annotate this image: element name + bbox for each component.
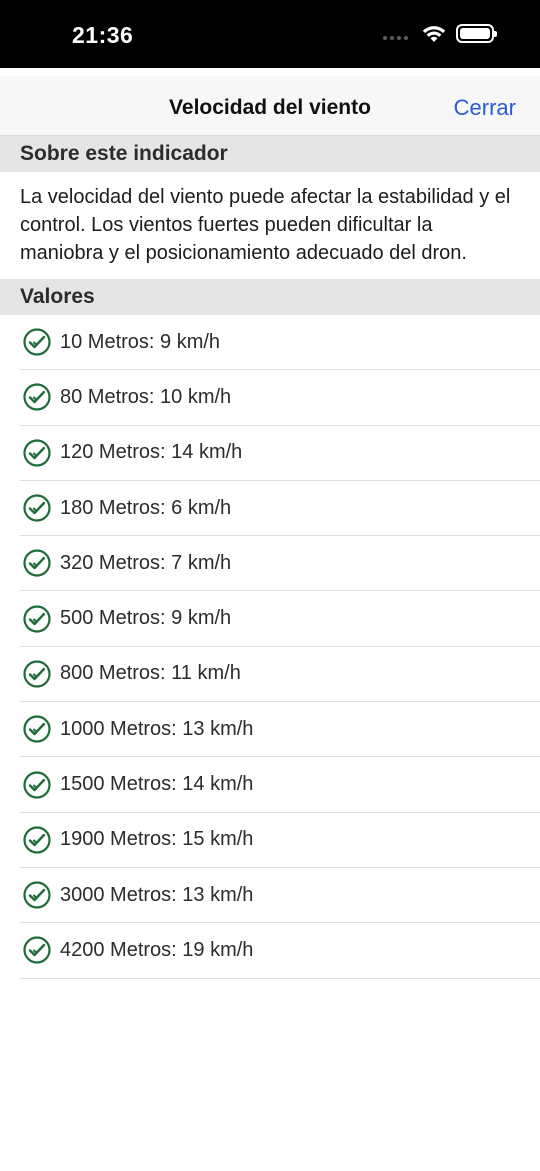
list-item-label: 320 Metros: 7 km/h [60, 551, 232, 574]
list-item: 120 Metros: 14 km/h [20, 426, 540, 481]
values-list: 10 Metros: 9 km/h 80 Metros: 10 km/h 120 M… [0, 315, 540, 979]
status-time: 21:36 [72, 22, 134, 48]
check-circle-icon [23, 439, 51, 467]
check-circle-icon [23, 605, 51, 633]
list-item-label: 1900 Metros: 15 km/h [60, 828, 254, 851]
section-header-values: Valores [0, 279, 540, 315]
check-circle-icon [23, 549, 51, 577]
check-circle-icon [23, 660, 51, 688]
nav-bar: Velocidad del viento Cerrar [0, 76, 540, 136]
list-item-label: 800 Metros: 11 km/h [60, 662, 241, 685]
battery-icon [456, 24, 497, 43]
list-item-label: 180 Metros: 6 km/h [60, 496, 232, 519]
list-item-label: 500 Metros: 9 km/h [60, 607, 232, 630]
list-item: 320 Metros: 7 km/h [20, 536, 540, 592]
list-item-label: 1500 Metros: 14 km/h [60, 773, 254, 796]
list-item-label: 4200 Metros: 19 km/h [60, 938, 254, 961]
list-item-label: 120 Metros: 14 km/h [60, 441, 243, 464]
wifi-icon [422, 25, 446, 42]
check-circle-icon [23, 715, 51, 743]
section-header-about: Sobre este indicador [0, 136, 540, 172]
status-bar: 21:36 [0, 0, 540, 68]
list-item: 800 Metros: 11 km/h [20, 647, 540, 703]
list-item: 1000 Metros: 13 km/h [20, 702, 540, 758]
close-button[interactable]: Cerrar [454, 95, 516, 121]
check-circle-icon [23, 881, 51, 909]
cellular-signal-icon [383, 35, 408, 40]
list-item: 4200 Metros: 19 km/h [20, 923, 540, 979]
list-item: 1900 Metros: 15 km/h [20, 813, 540, 868]
list-item-label: 10 Metros: 9 km/h [60, 330, 221, 353]
list-item-label: 1000 Metros: 13 km/h [60, 717, 254, 740]
check-circle-icon [23, 770, 51, 799]
list-item-label: 80 Metros: 10 km/h [60, 385, 232, 408]
list-item: 500 Metros: 9 km/h [20, 591, 540, 647]
check-circle-icon [23, 383, 51, 412]
check-circle-icon [23, 936, 51, 965]
status-icons [383, 24, 497, 43]
list-item-label: 3000 Metros: 13 km/h [60, 883, 254, 906]
check-circle-icon [23, 826, 51, 854]
check-circle-icon [23, 328, 51, 356]
check-circle-icon [23, 494, 51, 522]
list-item: 3000 Metros: 13 km/h [20, 868, 540, 924]
list-item: 180 Metros: 6 km/h [20, 481, 540, 537]
list-item: 80 Metros: 10 km/h [20, 370, 540, 426]
indicator-description: La velocidad del viento puede afectar la… [20, 186, 511, 264]
list-item: 1500 Metros: 14 km/h [20, 757, 540, 813]
sheet-gap [0, 68, 540, 76]
list-item: 10 Metros: 9 km/h [20, 315, 540, 371]
